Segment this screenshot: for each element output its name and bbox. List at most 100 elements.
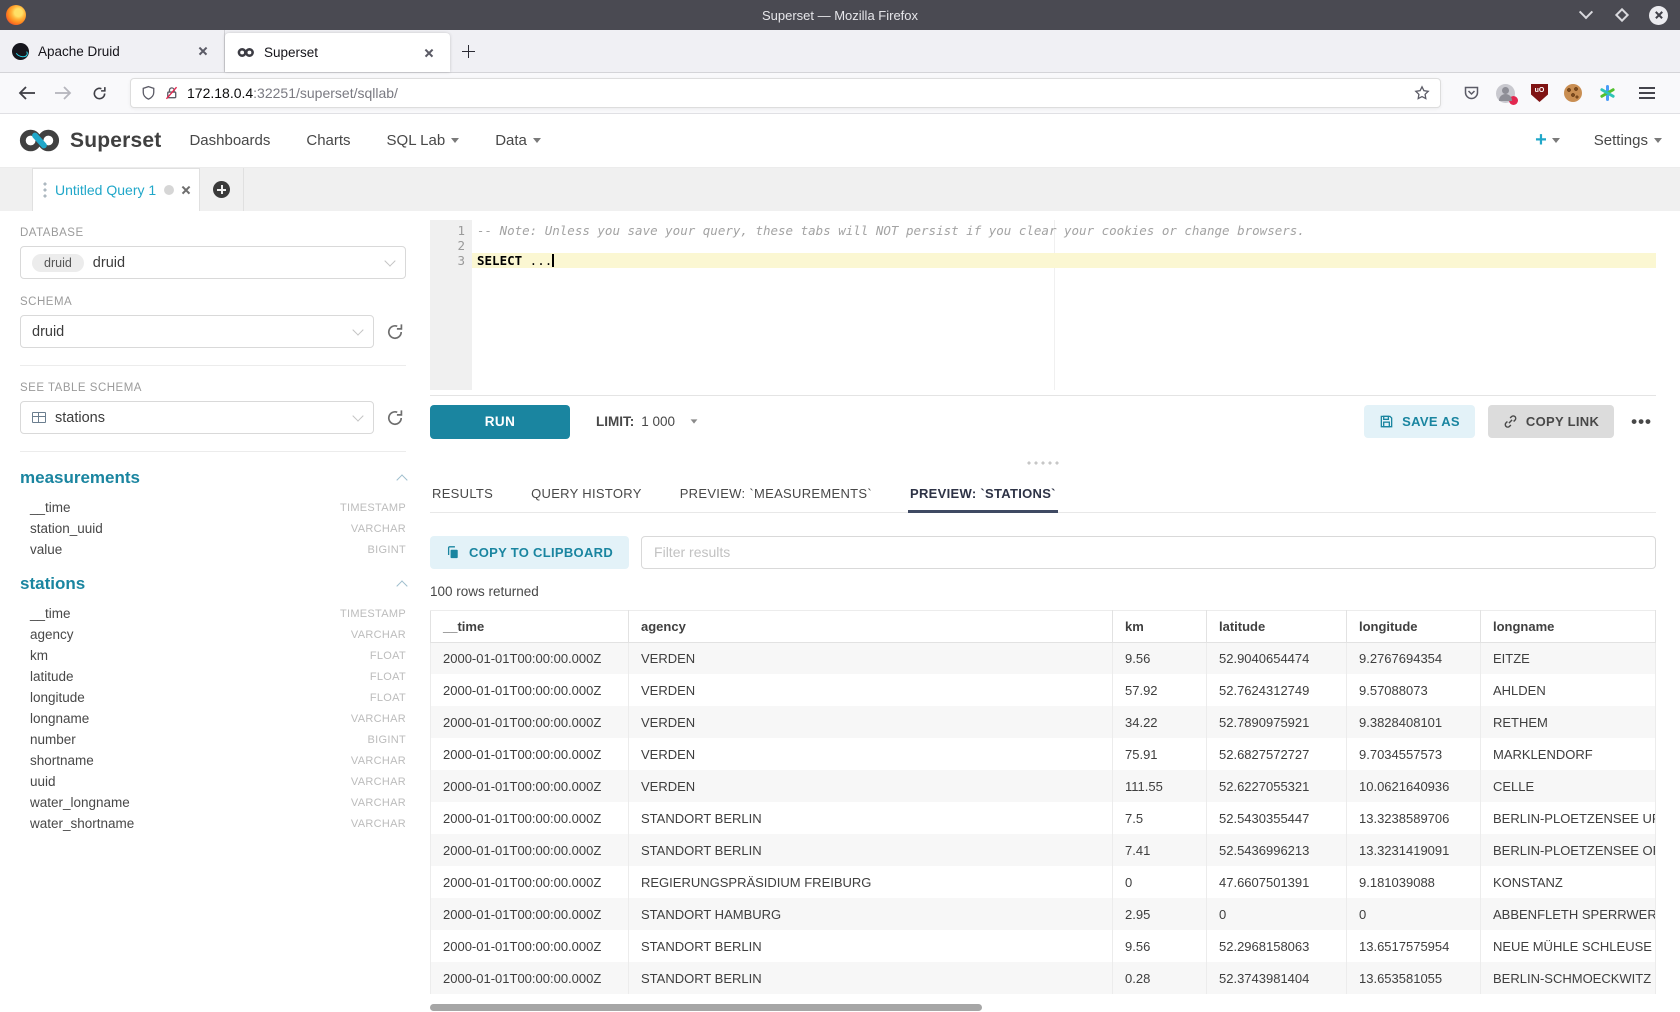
refresh-tables-icon[interactable] xyxy=(386,408,406,428)
schema-section-header-stations[interactable]: stations xyxy=(20,574,406,594)
schema-value: druid xyxy=(32,324,64,340)
nav-charts[interactable]: Charts xyxy=(306,132,350,149)
column-name: water_longname xyxy=(30,795,130,810)
editor-code-area[interactable]: -- Note: Unless you save your query, the… xyxy=(472,220,1656,390)
table-row: 2000-01-01T00:00:00.000ZVERDEN111.5552.6… xyxy=(431,770,1656,802)
window-title: Superset — Mozilla Firefox xyxy=(0,8,1680,23)
limit-label: LIMIT: xyxy=(596,414,634,429)
database-select[interactable]: druid druid xyxy=(20,246,406,279)
ublock-origin-icon[interactable]: uO xyxy=(1531,84,1548,102)
brand-name: Superset xyxy=(70,129,161,153)
table-row: 2000-01-01T00:00:00.000ZVERDEN57.9252.76… xyxy=(431,674,1656,706)
new-item-button[interactable]: + xyxy=(1535,129,1560,152)
pane-splitter[interactable] xyxy=(430,448,1656,478)
column-header-agency[interactable]: agency xyxy=(629,610,1113,642)
database-pill: druid xyxy=(32,254,84,272)
query-tab-untitled-query-1[interactable]: Untitled Query 1 xyxy=(32,168,200,211)
chevron-down-icon xyxy=(691,419,698,423)
new-tab-button[interactable] xyxy=(450,30,486,72)
table-cell: 9.56 xyxy=(1113,642,1207,674)
column-header-km[interactable]: km xyxy=(1113,610,1207,642)
browser-tab-superset[interactable]: Superset xyxy=(225,33,450,72)
table-cell: 9.181039088 xyxy=(1347,866,1481,898)
pocket-icon[interactable] xyxy=(1463,85,1480,101)
table-cell: STANDORT HAMBURG xyxy=(629,898,1113,930)
window-titlebar: Superset — Mozilla Firefox xyxy=(0,0,1680,30)
column-name: number xyxy=(30,732,76,747)
schema-section-header-measurements[interactable]: measurements xyxy=(20,468,406,488)
database-value: druid xyxy=(93,255,125,271)
back-icon[interactable] xyxy=(12,79,42,107)
drag-handle-icon[interactable] xyxy=(43,182,47,198)
column-name: station_uuid xyxy=(30,521,103,536)
save-as-button[interactable]: SAVE AS xyxy=(1364,405,1475,438)
window-maximize-icon[interactable] xyxy=(1613,6,1631,24)
query-tab-close-icon[interactable] xyxy=(182,181,189,199)
sqllab-sidebar: DATABASE druid druid SCHEMA druid xyxy=(0,211,430,1012)
nav-dashboards[interactable]: Dashboards xyxy=(189,132,270,149)
table-cell: EITZE xyxy=(1481,642,1656,674)
cookie-extension-icon[interactable] xyxy=(1564,84,1582,102)
table-cell: VERDEN xyxy=(629,674,1113,706)
shield-icon[interactable] xyxy=(141,85,156,101)
forward-icon[interactable] xyxy=(48,79,78,107)
tab-query-history[interactable]: QUERY HISTORY xyxy=(529,478,644,512)
table-cell: VERDEN xyxy=(629,770,1113,802)
nav-data[interactable]: Data xyxy=(495,132,541,149)
table-row: 2000-01-01T00:00:00.000ZSTANDORT BERLIN9… xyxy=(431,930,1656,962)
tab-preview-stations[interactable]: PREVIEW: `STATIONS` xyxy=(908,478,1058,512)
menu-hamburger-icon[interactable] xyxy=(1632,79,1662,107)
filter-results-input[interactable] xyxy=(641,536,1656,569)
schema-column-row: station_uuidVARCHAR xyxy=(20,518,406,539)
more-options-button[interactable]: ••• xyxy=(1627,412,1656,432)
tab-results[interactable]: RESULTS xyxy=(430,478,495,512)
table-row: 2000-01-01T00:00:00.000ZVERDEN75.9152.68… xyxy=(431,738,1656,770)
nav-sql-lab[interactable]: SQL Lab xyxy=(387,132,460,149)
profile-disabled-icon[interactable] xyxy=(1496,84,1515,103)
column-header-latitude[interactable]: latitude xyxy=(1207,610,1347,642)
chevron-up-icon[interactable] xyxy=(396,580,407,591)
sql-editor[interactable]: 123 -- Note: Unless you save your query,… xyxy=(430,220,1656,390)
horizontal-scrollbar[interactable] xyxy=(430,1004,1656,1012)
table-cell: 2000-01-01T00:00:00.000Z xyxy=(431,802,629,834)
refresh-schema-icon[interactable] xyxy=(386,322,406,342)
asterisk-extension-icon[interactable] xyxy=(1598,84,1616,102)
chevron-down-icon xyxy=(533,138,541,143)
copy-to-clipboard-button[interactable]: COPY TO CLIPBOARD xyxy=(430,536,629,569)
table-schema-label: SEE TABLE SCHEMA xyxy=(20,382,406,394)
tab-preview-measurements[interactable]: PREVIEW: `MEASUREMENTS` xyxy=(678,478,874,512)
bookmark-star-icon[interactable] xyxy=(1414,85,1430,101)
chevron-up-icon[interactable] xyxy=(396,474,407,485)
scrollbar-thumb[interactable] xyxy=(430,1004,982,1011)
tab-close-icon[interactable] xyxy=(194,42,212,60)
table-select[interactable]: stations xyxy=(20,401,374,434)
superset-logo[interactable]: Superset xyxy=(18,128,161,153)
save-floppy-icon xyxy=(1379,414,1394,429)
schema-select[interactable]: druid xyxy=(20,315,374,348)
insecure-lock-icon[interactable] xyxy=(164,85,179,101)
column-name: __time xyxy=(30,606,71,621)
settings-menu[interactable]: Settings xyxy=(1594,132,1662,149)
window-close-icon[interactable] xyxy=(1649,6,1668,25)
add-query-tab-button[interactable] xyxy=(200,168,244,211)
table-cell: BERLIN-SCHMOECKWITZ xyxy=(1481,962,1656,994)
table-cell: 57.92 xyxy=(1113,674,1207,706)
table-value: stations xyxy=(55,410,105,426)
column-type: VARCHAR xyxy=(351,713,406,725)
window-minimize-icon[interactable] xyxy=(1577,6,1595,24)
run-button[interactable]: RUN xyxy=(430,405,570,439)
column-header-longname[interactable]: longname xyxy=(1481,610,1656,642)
column-header-time[interactable]: __time xyxy=(431,610,629,642)
copy-link-button[interactable]: COPY LINK xyxy=(1488,405,1614,438)
url-bar[interactable]: 172.18.0.4:32251/superset/sqllab/ xyxy=(130,78,1441,108)
table-name: measurements xyxy=(20,468,140,488)
tab-close-icon[interactable] xyxy=(420,44,438,62)
browser-tab-apache-druid[interactable]: Apache Druid xyxy=(0,30,225,72)
schema-column-row: kmFLOAT xyxy=(20,645,406,666)
limit-dropdown[interactable]: LIMIT: 1 000 xyxy=(596,414,698,429)
url-text[interactable]: 172.18.0.4:32251/superset/sqllab/ xyxy=(187,85,1406,101)
table-cell: 2000-01-01T00:00:00.000Z xyxy=(431,706,629,738)
schema-column-row: numberBIGINT xyxy=(20,729,406,750)
reload-icon[interactable] xyxy=(84,79,114,107)
column-header-longitude[interactable]: longitude xyxy=(1347,610,1481,642)
